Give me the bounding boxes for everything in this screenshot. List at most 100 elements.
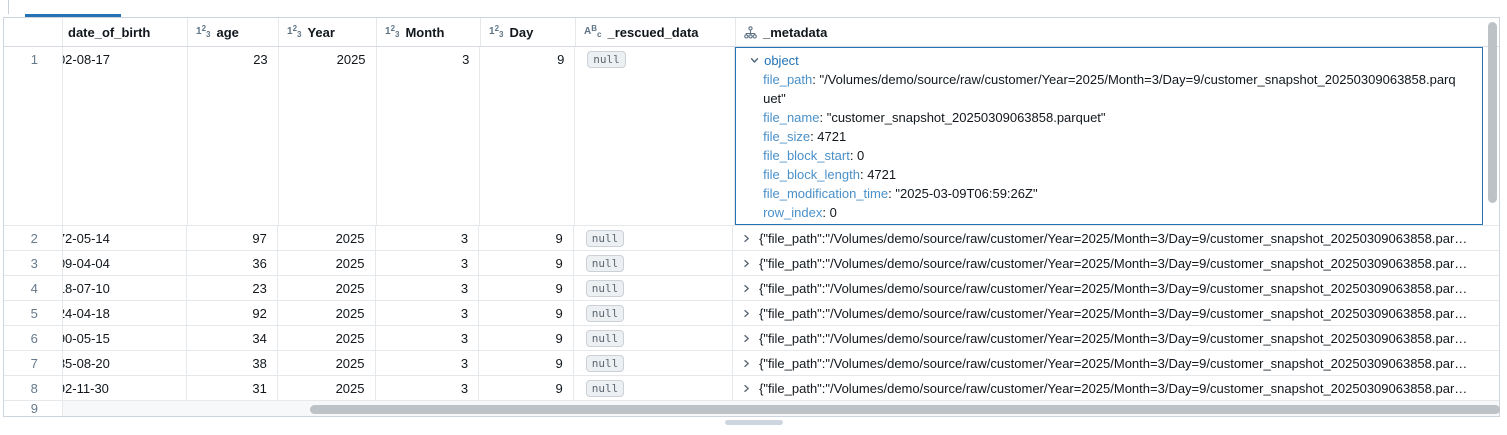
cell-_rescued_data[interactable]: null bbox=[574, 351, 733, 375]
date-of-birth-value: 90-05-15 bbox=[63, 331, 110, 346]
cell-_rescued_data[interactable]: null bbox=[574, 276, 733, 300]
panel-resize-handle[interactable] bbox=[725, 420, 783, 425]
cell-Day[interactable]: 9 bbox=[479, 276, 574, 300]
cell-Month[interactable]: 3 bbox=[376, 376, 480, 400]
metadata-json-preview: {"file_path":"/Volumes/demo/source/raw/c… bbox=[759, 381, 1471, 396]
row-number: 1 bbox=[4, 47, 63, 225]
horizontal-scrollbar-thumb[interactable] bbox=[310, 405, 1500, 414]
header-cell-Year[interactable]: 123Year bbox=[279, 18, 377, 46]
cell-age[interactable]: 31 bbox=[187, 376, 278, 400]
null-badge: null bbox=[586, 305, 625, 322]
row-number: 4 bbox=[4, 276, 63, 300]
cell-date_of_birth[interactable]: 72-05-14 bbox=[63, 226, 187, 250]
header-cell-Month[interactable]: 123 Month bbox=[377, 18, 481, 46]
cell-age[interactable]: 92 bbox=[187, 301, 278, 325]
cell-_metadata[interactable]: {"file_path":"/Volumes/demo/source/raw/c… bbox=[733, 376, 1499, 400]
cell-Month[interactable]: 3 bbox=[376, 326, 480, 350]
header-cell-age[interactable]: 123age bbox=[188, 18, 279, 46]
table-row: 272-05-1497202539null{"file_path":"/Volu… bbox=[4, 226, 1499, 251]
object-key: file_modification_time bbox=[763, 186, 888, 201]
cell-Year[interactable]: 2025 bbox=[278, 326, 376, 350]
cell-Year[interactable]: 2025 bbox=[278, 376, 376, 400]
cell-date_of_birth[interactable]: 02-08-17 bbox=[63, 47, 188, 225]
cell-Day[interactable]: 9 bbox=[479, 226, 574, 250]
chevron-right-icon[interactable] bbox=[741, 383, 752, 394]
cell-age[interactable]: 23 bbox=[188, 47, 279, 225]
metadata-json-preview: {"file_path":"/Volumes/demo/source/raw/c… bbox=[759, 281, 1471, 296]
metadata-json-preview: {"file_path":"/Volumes/demo/source/raw/c… bbox=[759, 331, 1471, 346]
cell-Year[interactable]: 2025 bbox=[278, 226, 376, 250]
date-of-birth-value: 24-04-18 bbox=[63, 306, 110, 321]
header-label-Day: Day bbox=[509, 25, 533, 40]
chevron-right-icon[interactable] bbox=[741, 333, 752, 344]
row-number: 9 bbox=[4, 401, 63, 416]
cell-date_of_birth[interactable]: 85-08-20 bbox=[63, 351, 187, 375]
cell-date_of_birth[interactable]: 09-04-04 bbox=[63, 251, 187, 275]
header-label-date_of_birth: date_of_birth bbox=[68, 25, 150, 40]
cell-Year[interactable]: 2025 bbox=[278, 276, 376, 300]
vertical-scrollbar-thumb[interactable] bbox=[1488, 22, 1497, 203]
cell-_rescued_data[interactable]: null bbox=[574, 376, 733, 400]
results-panel: date_of_birth123age123Year123Month123Day… bbox=[0, 0, 1507, 435]
cell-_metadata[interactable]: objectfile_path: "/Volumes/demo/source/r… bbox=[735, 47, 1499, 225]
chevron-right-icon[interactable] bbox=[741, 308, 752, 319]
cell-age[interactable]: 36 bbox=[187, 251, 278, 275]
chevron-right-icon[interactable] bbox=[741, 358, 752, 369]
object-key: file_name bbox=[763, 110, 819, 125]
cell-age[interactable]: 38 bbox=[187, 351, 278, 375]
cell-Day[interactable]: 9 bbox=[479, 351, 574, 375]
metadata-json-preview: {"file_path":"/Volumes/demo/source/raw/c… bbox=[759, 356, 1471, 371]
chevron-right-icon[interactable] bbox=[741, 258, 752, 269]
cell-_rescued_data[interactable]: null bbox=[574, 251, 733, 275]
chevron-right-icon[interactable] bbox=[741, 233, 752, 244]
chevron-down-icon[interactable] bbox=[749, 55, 760, 66]
cell-Month[interactable]: 3 bbox=[376, 276, 480, 300]
row-number: 7 bbox=[4, 351, 63, 375]
cell-Month[interactable]: 3 bbox=[376, 251, 480, 275]
cell-date_of_birth[interactable]: 18-07-10 bbox=[63, 276, 187, 300]
object-key: file_block_length bbox=[763, 167, 860, 182]
cell-_rescued_data[interactable]: null bbox=[575, 47, 735, 225]
row-number: 2 bbox=[4, 226, 63, 250]
cell-date_of_birth[interactable]: 24-04-18 bbox=[63, 301, 187, 325]
cell-Day[interactable]: 9 bbox=[479, 251, 574, 275]
object-value: 0 bbox=[857, 148, 864, 163]
header-cell-Day[interactable]: 123Day bbox=[481, 18, 576, 46]
cell-Month[interactable]: 3 bbox=[376, 351, 480, 375]
cell-age[interactable]: 34 bbox=[187, 326, 278, 350]
object-value: "/Volumes/demo/source/raw/customer/Year=… bbox=[763, 72, 1456, 106]
object-key: file_block_start bbox=[763, 148, 850, 163]
cell-date_of_birth[interactable]: 90-05-15 bbox=[63, 326, 187, 350]
cell-_metadata[interactable]: {"file_path":"/Volumes/demo/source/raw/c… bbox=[733, 276, 1499, 300]
cell-_metadata[interactable]: {"file_path":"/Volumes/demo/source/raw/c… bbox=[733, 251, 1499, 275]
cell-Month[interactable]: 3 bbox=[376, 226, 480, 250]
number-type-icon: 123 bbox=[385, 27, 399, 37]
cell-Year[interactable]: 2025 bbox=[278, 351, 376, 375]
cell-_metadata[interactable]: {"file_path":"/Volumes/demo/source/raw/c… bbox=[733, 351, 1499, 375]
header-label-Month: Month bbox=[405, 25, 444, 40]
cell-Year[interactable]: 2025 bbox=[278, 251, 376, 275]
header-cell-date_of_birth[interactable]: date_of_birth bbox=[63, 18, 188, 46]
cell-Year[interactable]: 2025 bbox=[278, 301, 376, 325]
cell-Day[interactable]: 9 bbox=[479, 326, 574, 350]
cell-Day[interactable]: 9 bbox=[479, 301, 574, 325]
cell-_rescued_data[interactable]: null bbox=[574, 326, 733, 350]
cell-_metadata[interactable]: {"file_path":"/Volumes/demo/source/raw/c… bbox=[733, 326, 1499, 350]
cell-Year[interactable]: 2025 bbox=[279, 47, 377, 225]
header-cell-_metadata[interactable]: _metadata bbox=[736, 18, 1499, 46]
cell-_rescued_data[interactable]: null bbox=[574, 301, 733, 325]
cell-_rescued_data[interactable]: null bbox=[574, 226, 733, 250]
tab-divider bbox=[8, 0, 9, 14]
cell-Month[interactable]: 3 bbox=[376, 301, 480, 325]
cell-Day[interactable]: 9 bbox=[480, 47, 575, 225]
cell-date_of_birth[interactable]: 92-11-30 bbox=[63, 376, 187, 400]
cell-Month[interactable]: 3 bbox=[377, 47, 481, 225]
cell-Day[interactable]: 9 bbox=[479, 376, 574, 400]
header-cell-_rescued_data[interactable]: ABc_rescued_data bbox=[576, 18, 736, 46]
cell-age[interactable]: 97 bbox=[187, 226, 278, 250]
cell-_metadata[interactable]: {"file_path":"/Volumes/demo/source/raw/c… bbox=[733, 226, 1499, 250]
cell-age[interactable]: 23 bbox=[187, 276, 278, 300]
chevron-right-icon[interactable] bbox=[741, 283, 752, 294]
cell-_metadata[interactable]: {"file_path":"/Volumes/demo/source/raw/c… bbox=[733, 301, 1499, 325]
object-value: "2025-03-09T06:59:26Z" bbox=[895, 186, 1037, 201]
